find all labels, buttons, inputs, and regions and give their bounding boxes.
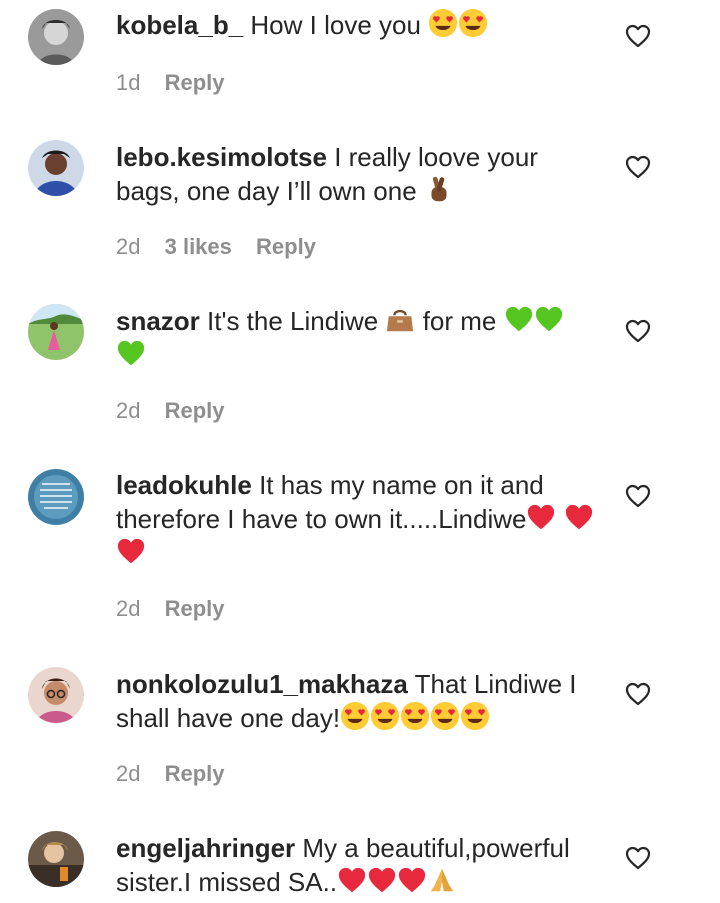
green-heart-emoji	[116, 338, 146, 368]
comment-body: kobela_b_ How I love you	[116, 8, 596, 42]
comment-username[interactable]: snazor	[116, 306, 200, 336]
avatar[interactable]	[28, 140, 84, 196]
comment-meta: 2d Reply	[116, 398, 243, 424]
reply-button[interactable]: Reply	[165, 761, 225, 786]
comment-time: 2d	[116, 398, 141, 423]
avatar[interactable]	[28, 667, 84, 723]
heart-outline-icon[interactable]	[624, 153, 652, 181]
heart-eyes-emoji	[400, 701, 430, 731]
comment-time: 1d	[116, 70, 141, 95]
red-heart-emoji	[526, 502, 556, 532]
heart-eyes-emoji	[458, 8, 488, 38]
reply-button[interactable]: Reply	[165, 596, 225, 621]
likes-count[interactable]: 3 likes	[165, 234, 232, 259]
heart-outline-icon[interactable]	[624, 680, 652, 708]
comment-time: 2d	[116, 234, 141, 259]
comment-meta: 2d 3 likes Reply	[116, 234, 334, 260]
comment-body: leadokuhle It has my name on it and ther…	[116, 468, 596, 570]
red-heart-emoji	[397, 865, 427, 895]
comment-text: It's the Lindiwe	[207, 306, 379, 336]
folded-hands-emoji	[427, 865, 457, 895]
handbag-emoji	[385, 304, 415, 334]
reply-button[interactable]: Reply	[165, 398, 225, 423]
comment-meta: 1d Reply	[116, 70, 243, 96]
comment-text: for me	[422, 306, 497, 336]
comment-username[interactable]: engeljahringer	[116, 833, 295, 863]
heart-eyes-emoji	[460, 701, 490, 731]
red-heart-emoji	[116, 536, 146, 566]
green-heart-emoji	[534, 304, 564, 334]
heart-eyes-emoji	[370, 701, 400, 731]
avatar[interactable]	[28, 469, 84, 525]
heart-eyes-emoji	[428, 8, 458, 38]
heart-outline-icon[interactable]	[624, 844, 652, 872]
heart-outline-icon[interactable]	[624, 482, 652, 510]
avatar[interactable]	[28, 831, 84, 887]
reply-button[interactable]: Reply	[256, 234, 316, 259]
comment-username[interactable]: nonkolozulu1_makhaza	[116, 669, 408, 699]
comment-body: nonkolozulu1_makhaza That Lindiwe I shal…	[116, 667, 596, 735]
crossed-fingers-emoji	[424, 174, 454, 204]
comment-time: 2d	[116, 596, 141, 621]
red-heart-emoji	[337, 865, 367, 895]
comment-time: 2d	[116, 761, 141, 786]
red-heart-emoji	[367, 865, 397, 895]
green-heart-emoji	[504, 304, 534, 334]
avatar[interactable]	[28, 304, 84, 360]
comment-text: How I love you	[250, 10, 421, 40]
comment-body: snazor It's the Lindiwe for me	[116, 304, 596, 372]
reply-button[interactable]: Reply	[165, 70, 225, 95]
comment-body: lebo.kesimolotse I really loove your bag…	[116, 140, 596, 208]
comment-body: engeljahringer My a beautiful,powerful s…	[116, 831, 596, 899]
comment-meta: 2d Reply	[116, 596, 243, 622]
comment-meta: 2d Reply	[116, 761, 243, 787]
heart-outline-icon[interactable]	[624, 317, 652, 345]
comment-username[interactable]: leadokuhle	[116, 470, 252, 500]
heart-eyes-emoji	[340, 701, 370, 731]
heart-eyes-emoji	[430, 701, 460, 731]
red-heart-emoji	[564, 502, 594, 532]
comment-username[interactable]: kobela_b_	[116, 10, 243, 40]
comment-username[interactable]: lebo.kesimolotse	[116, 142, 327, 172]
avatar[interactable]	[28, 9, 84, 65]
heart-outline-icon[interactable]	[624, 22, 652, 50]
